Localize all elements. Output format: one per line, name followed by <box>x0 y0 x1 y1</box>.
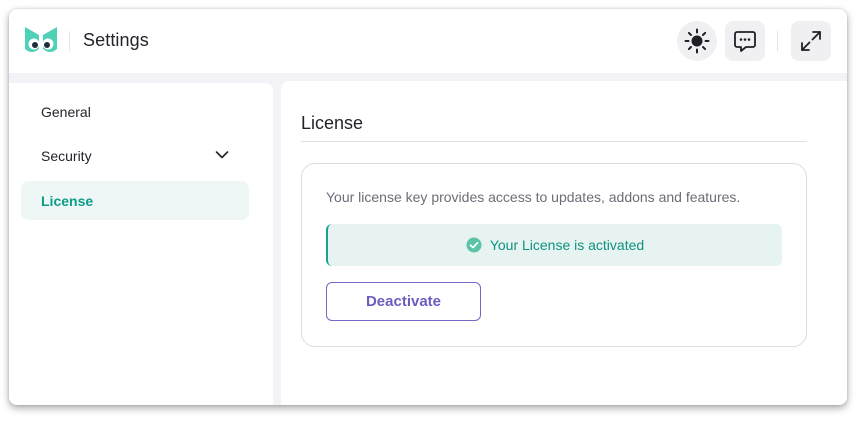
theme-toggle-button[interactable] <box>677 21 717 61</box>
header-divider-right <box>777 31 778 51</box>
sidebar-item-security[interactable]: Security <box>21 136 249 175</box>
expand-button[interactable] <box>791 21 831 61</box>
sidebar-item-label: Security <box>41 147 92 164</box>
license-description: Your license key provides access to upda… <box>326 189 741 205</box>
main-panel: License Your license key provides access… <box>281 81 847 405</box>
settings-window: Settings General Security License Licens… <box>9 9 847 405</box>
sidebar-item-general[interactable]: General <box>21 92 249 131</box>
chevron-down-icon <box>215 151 229 159</box>
license-status-banner: Your License is activated <box>326 224 782 266</box>
license-status-text: Your License is activated <box>489 237 645 253</box>
chat-button[interactable] <box>725 21 765 61</box>
owl-logo-icon <box>25 27 57 52</box>
header: Settings <box>9 9 847 73</box>
sidebar-item-label: General <box>41 103 91 120</box>
page-title: Settings <box>83 30 149 50</box>
sidebar-item-label: License <box>41 192 94 209</box>
check-circle-icon <box>466 237 482 253</box>
license-card: Your license key provides access to upda… <box>301 163 807 347</box>
chat-bubble-icon <box>734 31 756 52</box>
section-divider <box>301 141 807 142</box>
sidebar-item-license[interactable]: License <box>21 181 249 220</box>
sun-icon <box>684 28 710 54</box>
header-divider <box>69 31 70 51</box>
sidebar: General Security License <box>9 83 273 405</box>
deactivate-button[interactable]: Deactivate <box>326 282 481 321</box>
expand-icon <box>801 31 821 51</box>
section-title: License <box>301 113 364 133</box>
